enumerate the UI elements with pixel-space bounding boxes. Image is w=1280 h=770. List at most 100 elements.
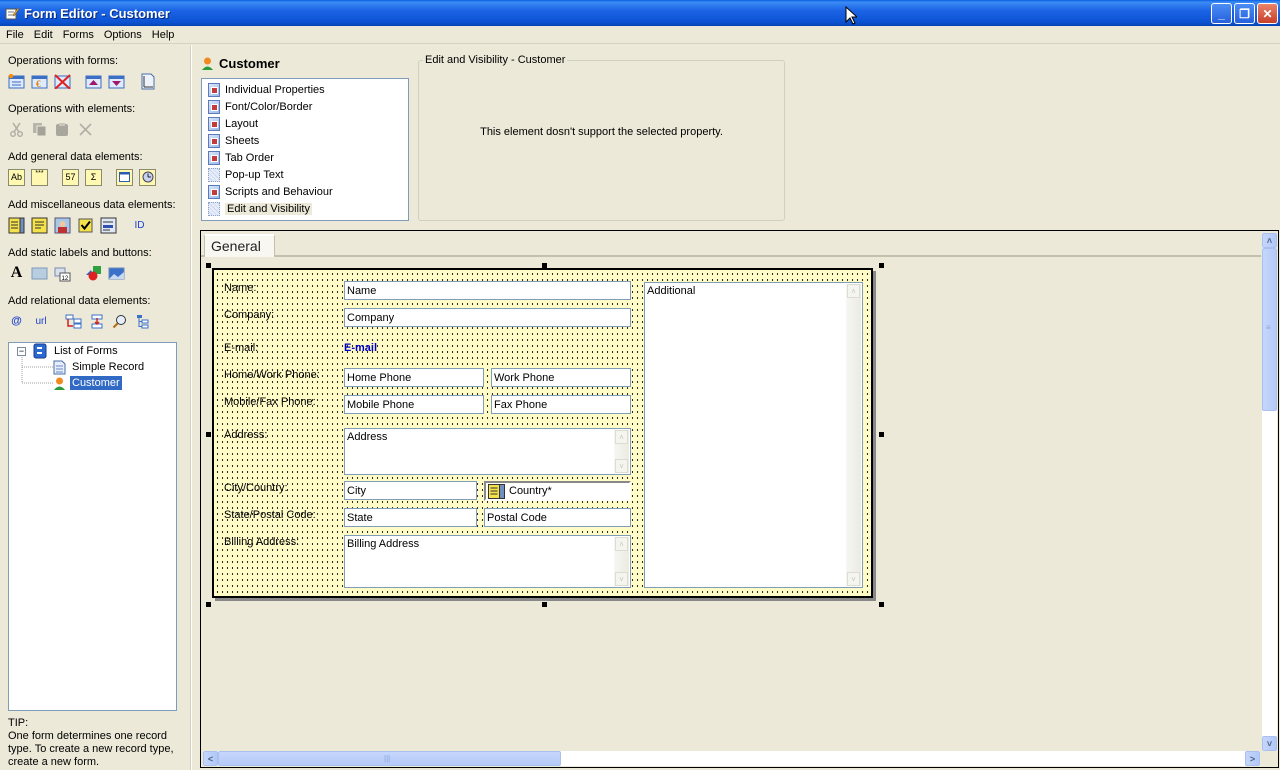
- search-field-icon[interactable]: [111, 313, 128, 330]
- field-company[interactable]: Company: [344, 308, 631, 327]
- address-scrollbar[interactable]: ˄ ˅: [614, 430, 629, 473]
- billing-address-scrollbar[interactable]: ˄ ˅: [614, 537, 629, 586]
- scroll-down-icon[interactable]: ˅: [615, 459, 628, 473]
- field-city[interactable]: City: [344, 481, 477, 500]
- relation-field-icon[interactable]: [65, 313, 82, 330]
- field-email-link[interactable]: E-mail: [344, 342, 377, 354]
- property-popup-text[interactable]: Pop-up Text: [202, 166, 408, 183]
- resize-handle-top-right[interactable]: [879, 263, 884, 268]
- tree-field-icon[interactable]: [134, 313, 151, 330]
- additional-scrollbar[interactable]: ˄ ˅: [846, 284, 861, 586]
- number-field-icon[interactable]: 57: [62, 168, 79, 186]
- field-work-phone[interactable]: Work Phone: [491, 368, 631, 387]
- designer-vertical-scrollbar[interactable]: ˄ ≡ ˅: [1262, 233, 1277, 751]
- customer-form-canvas[interactable]: Name: Company: E-mail: Home/Work Phone: …: [212, 268, 873, 598]
- id-field-icon[interactable]: ID: [131, 217, 148, 234]
- new-form-icon[interactable]: [8, 73, 25, 90]
- checkbox-field-icon[interactable]: [77, 217, 94, 234]
- field-fax-phone[interactable]: Fax Phone: [491, 395, 631, 414]
- panel-splitter[interactable]: [190, 45, 192, 770]
- form-page-setup-icon[interactable]: [139, 73, 156, 90]
- form-properties-icon[interactable]: €: [31, 73, 48, 90]
- scroll-down-icon[interactable]: ˅: [847, 572, 860, 586]
- menu-help[interactable]: Help: [147, 29, 180, 41]
- copy-icon[interactable]: [31, 121, 48, 138]
- sheet-tab-strip: General: [201, 231, 1261, 257]
- memo-field-icon[interactable]: [31, 217, 48, 234]
- paste-icon[interactable]: [54, 121, 71, 138]
- scroll-up-icon[interactable]: ˄: [615, 430, 628, 444]
- date-field-icon[interactable]: [116, 168, 133, 186]
- email-link-icon[interactable]: @: [8, 313, 25, 330]
- resize-handle-top-left[interactable]: [206, 263, 211, 268]
- button-icon[interactable]: [31, 265, 48, 282]
- rich-text-field-icon[interactable]: [100, 217, 117, 234]
- property-layout[interactable]: Layout: [202, 115, 408, 132]
- scroll-down-button[interactable]: ˅: [1262, 736, 1277, 751]
- list-field-icon[interactable]: [8, 217, 25, 234]
- field-additional[interactable]: Additional ˄ ˅: [644, 282, 863, 588]
- formula-field-icon[interactable]: Σ: [85, 168, 102, 186]
- password-field-icon[interactable]: ***: [31, 168, 48, 186]
- tree-item-simple-record[interactable]: Simple Record: [53, 359, 146, 375]
- scroll-down-icon[interactable]: ˅: [615, 572, 628, 586]
- property-tab-order[interactable]: Tab Order: [202, 149, 408, 166]
- tab-sheet-icon[interactable]: 12: [54, 265, 71, 282]
- field-name[interactable]: Name: [344, 281, 631, 300]
- vertical-scroll-thumb[interactable]: ≡: [1262, 248, 1277, 411]
- picture-field-icon[interactable]: [54, 217, 71, 234]
- minimize-button[interactable]: _: [1211, 3, 1232, 24]
- resize-handle-left[interactable]: [206, 432, 211, 437]
- close-button[interactable]: ✕: [1257, 3, 1278, 24]
- scroll-up-icon[interactable]: ˄: [615, 537, 628, 551]
- label-email: E-mail:: [224, 342, 259, 354]
- menu-forms[interactable]: Forms: [58, 29, 99, 41]
- tree-expand-toggle[interactable]: −: [17, 347, 26, 356]
- field-postal-code[interactable]: Postal Code: [484, 508, 631, 527]
- scroll-up-icon[interactable]: ˄: [847, 284, 860, 298]
- restore-button[interactable]: ❐: [1234, 3, 1255, 24]
- move-form-down-icon[interactable]: [108, 73, 125, 90]
- menu-file[interactable]: File: [0, 29, 29, 41]
- field-country-dropdown[interactable]: Country*: [484, 481, 631, 501]
- property-page-icon: [208, 116, 220, 131]
- static-label-icon[interactable]: A: [8, 264, 25, 282]
- lookup-field-icon[interactable]: [88, 313, 105, 330]
- tree-root-list-of-forms[interactable]: List of Forms: [33, 343, 120, 359]
- property-sheets[interactable]: Sheets: [202, 132, 408, 149]
- tree-item-customer[interactable]: Customer: [53, 375, 122, 391]
- scroll-up-button[interactable]: ˄: [1262, 233, 1277, 248]
- designer-horizontal-scrollbar[interactable]: < ||| >: [203, 751, 1260, 766]
- resize-handle-bottom-right[interactable]: [879, 602, 884, 607]
- image-icon[interactable]: [108, 265, 125, 282]
- shape-icon[interactable]: [85, 265, 102, 282]
- field-address[interactable]: Address ˄ ˅: [344, 428, 631, 475]
- horizontal-scroll-thumb[interactable]: |||: [218, 751, 561, 766]
- cut-icon[interactable]: [8, 121, 25, 138]
- section-label-general-data: Add general data elements:: [8, 151, 143, 163]
- property-scripts-behaviour[interactable]: Scripts and Behaviour: [202, 183, 408, 200]
- text-field-icon[interactable]: Ab: [8, 168, 25, 186]
- property-individual-properties[interactable]: Individual Properties: [202, 81, 408, 98]
- general-data-toolbar: Ab *** 57 Σ: [8, 167, 162, 187]
- move-form-up-icon[interactable]: [85, 73, 102, 90]
- field-billing-address[interactable]: Billing Address ˄ ˅: [344, 535, 631, 588]
- resize-handle-bottom[interactable]: [542, 602, 547, 607]
- delete-element-icon[interactable]: [77, 121, 94, 138]
- menu-options[interactable]: Options: [99, 29, 147, 41]
- tab-general[interactable]: General: [204, 234, 275, 257]
- property-edit-visibility[interactable]: Edit and Visibility: [202, 200, 408, 217]
- field-state[interactable]: State: [344, 508, 477, 527]
- property-page-icon: [208, 82, 220, 97]
- url-link-icon[interactable]: url: [31, 313, 51, 330]
- menu-edit[interactable]: Edit: [29, 29, 58, 41]
- property-font-color-border[interactable]: Font/Color/Border: [202, 98, 408, 115]
- delete-form-icon[interactable]: [54, 73, 71, 90]
- scroll-right-button[interactable]: >: [1245, 751, 1260, 766]
- scroll-left-button[interactable]: <: [203, 751, 218, 766]
- resize-handle-right[interactable]: [879, 432, 884, 437]
- field-home-phone[interactable]: Home Phone: [344, 368, 484, 387]
- time-field-icon[interactable]: [139, 168, 156, 186]
- resize-handle-bottom-left[interactable]: [206, 602, 211, 607]
- field-mobile-phone[interactable]: Mobile Phone: [344, 395, 484, 414]
